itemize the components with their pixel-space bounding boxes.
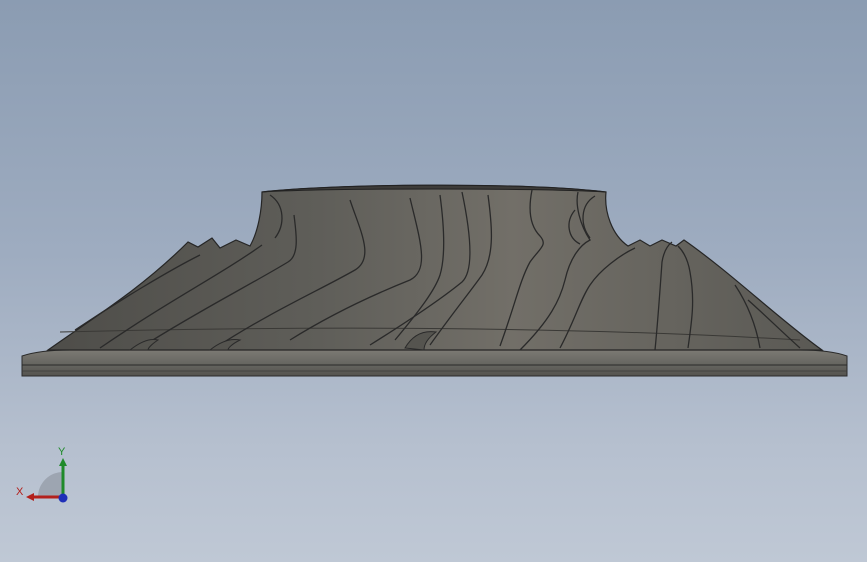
triad-plane-shade — [38, 472, 63, 497]
triad-z-axis-dot — [58, 493, 68, 503]
impeller-body — [46, 184, 824, 351]
impeller-model[interactable] — [0, 0, 867, 562]
triad-y-label: Y — [58, 446, 66, 458]
graphics-viewport[interactable]: X Y — [0, 0, 867, 562]
triad-x-label: X — [16, 486, 24, 498]
base-plate — [21, 349, 848, 377]
triad-y-arrow-icon — [59, 458, 67, 466]
coordinate-triad[interactable]: X Y — [10, 440, 80, 510]
triad-x-arrow-icon — [26, 493, 34, 501]
